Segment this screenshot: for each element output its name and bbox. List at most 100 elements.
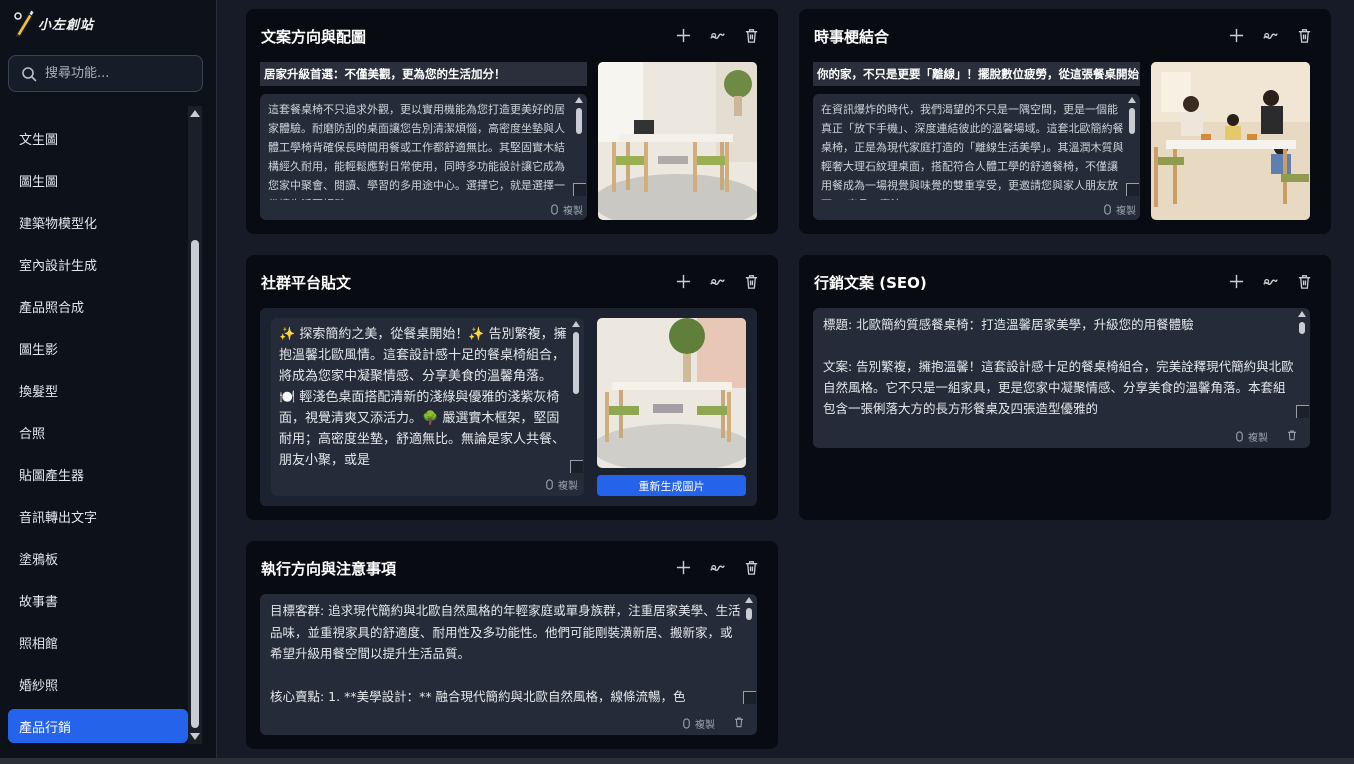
sidebar-item-interior-design[interactable]: 室內設計生成 bbox=[8, 247, 188, 281]
add-button[interactable] bbox=[1227, 272, 1245, 290]
sidebar-item-image-to-image[interactable]: 圖生圖 bbox=[8, 163, 188, 197]
textarea-scrollbar[interactable] bbox=[744, 597, 754, 620]
regenerate-image-button[interactable]: 重新生成圖片 bbox=[597, 475, 746, 496]
sidebar-item-product-composite[interactable]: 產品照合成 bbox=[8, 289, 188, 323]
body-textarea[interactable]: ✨ 探索簡約之美，從餐桌開始！✨ 告別繁複，擁抱溫馨北歐風情。這套設計感十足的餐… bbox=[271, 318, 584, 496]
delete-text-button[interactable] bbox=[733, 716, 745, 731]
copy-button[interactable]: 複製 bbox=[549, 202, 583, 217]
headline-field[interactable]: 你的家，不只是更要「離線」！擺脫數位疲勞，從這張餐桌開始 bbox=[813, 62, 1140, 86]
plus-icon bbox=[676, 274, 690, 288]
body-textarea[interactable]: 標題: 北歐簡約質感餐桌椅：打造溫馨居家美學，升級您的用餐體驗 文案: 告別繁複… bbox=[813, 308, 1310, 448]
headline-field[interactable]: 居家升級首選：不僅美觀，更為您的生活加分！ bbox=[260, 62, 587, 86]
sidebar-item-building-model[interactable]: 建築物模型化 bbox=[8, 205, 188, 239]
copy-label: 複製 bbox=[1248, 433, 1268, 444]
rewrite-icon bbox=[1262, 278, 1278, 285]
body-textarea[interactable]: 這套餐桌椅不只追求外觀，更以實用機能為您打造更美好的居家體驗。耐磨防刮的桌面讓您… bbox=[260, 94, 587, 220]
trash-icon bbox=[735, 717, 743, 728]
card-title: 行銷文案 (SEO) bbox=[814, 274, 927, 292]
card-actions bbox=[674, 272, 760, 290]
dining-set-image bbox=[598, 62, 757, 220]
rewrite-icon bbox=[1262, 32, 1278, 39]
search-icon bbox=[22, 66, 37, 81]
sidebar-item-storybook[interactable]: 故事書 bbox=[8, 583, 188, 617]
sidebar-scrollbar[interactable] bbox=[188, 106, 202, 744]
copy-icon bbox=[1236, 431, 1243, 442]
app-logo[interactable]: 小左創站 bbox=[12, 6, 94, 40]
scrollbar-thumb[interactable] bbox=[191, 240, 199, 728]
sidebar-item-text-to-image[interactable]: 文生圖 bbox=[8, 121, 188, 155]
copy-button[interactable]: 複製 bbox=[1102, 202, 1136, 217]
delete-button[interactable] bbox=[742, 272, 760, 290]
sidebar-item-sticker-generator[interactable]: 貼圖產生器 bbox=[8, 457, 188, 491]
scroll-down-arrow-icon[interactable] bbox=[190, 733, 200, 740]
add-button[interactable] bbox=[674, 558, 692, 576]
card-execution: 執行方向與注意事項 目標客群: 追求現代簡約與北歐自然風格的年輕家庭或單身族群，… bbox=[246, 541, 778, 749]
copy-actions: 複製 bbox=[1234, 429, 1298, 444]
body-textarea[interactable]: 目標客群: 追求現代簡約與北歐自然風格的年輕家庭或單身族群，注重居家美學、生活品… bbox=[260, 594, 757, 735]
dining-set-image bbox=[597, 318, 746, 468]
copy-button[interactable]: 複製 bbox=[544, 477, 578, 492]
regenerate-button[interactable] bbox=[708, 272, 726, 290]
card-actions bbox=[1227, 26, 1313, 44]
sidebar-item-group-photo[interactable]: 合照 bbox=[8, 415, 188, 449]
rewrite-icon bbox=[709, 564, 725, 571]
resize-handle[interactable] bbox=[1126, 183, 1139, 196]
body-text: 這套餐桌椅不只追求外觀，更以實用機能為您打造更美好的居家體驗。耐磨防刮的桌面讓您… bbox=[268, 103, 565, 200]
delete-button[interactable] bbox=[742, 558, 760, 576]
delete-button[interactable] bbox=[1295, 26, 1313, 44]
trash-icon bbox=[1288, 430, 1296, 441]
sidebar-item-audio-to-text[interactable]: 音訊轉出文字 bbox=[8, 499, 188, 533]
search-input[interactable] bbox=[45, 66, 195, 81]
trash-icon bbox=[1298, 274, 1310, 289]
sidebar-nav: 文生圖 圖生圖 建築物模型化 室內設計生成 產品照合成 圖生影 換髮型 合照 貼… bbox=[0, 106, 188, 746]
trash-icon bbox=[745, 28, 757, 43]
copy-button[interactable]: 複製 bbox=[1234, 429, 1268, 444]
scroll-up-arrow-icon[interactable] bbox=[190, 110, 200, 117]
family-dinner-image bbox=[1151, 62, 1310, 220]
delete-button[interactable] bbox=[1295, 272, 1313, 290]
sidebar-item-doodle-board[interactable]: 塗鴉板 bbox=[8, 541, 188, 575]
sidebar-item-photo-studio[interactable]: 照相館 bbox=[8, 625, 188, 659]
add-button[interactable] bbox=[1227, 26, 1245, 44]
regenerate-button[interactable] bbox=[1261, 26, 1279, 44]
textarea-scrollbar[interactable] bbox=[1127, 97, 1137, 134]
resize-handle[interactable] bbox=[570, 460, 583, 473]
copy-label: 複製 bbox=[558, 481, 578, 492]
app-root: 小左創站 文生圖 圖生圖 建築物模型化 室內設計生成 產品照合成 圖生影 換髮型… bbox=[0, 0, 1354, 764]
resize-handle[interactable] bbox=[1296, 405, 1309, 418]
search-box[interactable] bbox=[8, 55, 203, 92]
add-button[interactable] bbox=[674, 26, 692, 44]
body-textarea[interactable]: 在資訊爆炸的時代，我們渴望的不只是一隅空間，更是一個能真正「放下手機」、深度連結… bbox=[813, 94, 1140, 220]
sidebar-item-wedding-photo[interactable]: 婚紗照 bbox=[8, 667, 188, 701]
sidebar-item-hairstyle[interactable]: 換髮型 bbox=[8, 373, 188, 407]
resize-handle[interactable] bbox=[743, 691, 756, 704]
regenerate-button[interactable] bbox=[708, 26, 726, 44]
body-text: 目標客群: 追求現代簡約與北歐自然風格的年輕家庭或單身族群，注重居家美學、生活品… bbox=[270, 603, 741, 704]
add-button[interactable] bbox=[674, 272, 692, 290]
copy-icon bbox=[683, 718, 690, 729]
plus-icon bbox=[676, 28, 690, 42]
textarea-scrollbar[interactable] bbox=[1297, 311, 1307, 334]
copy-icon bbox=[551, 204, 558, 215]
rewrite-icon bbox=[709, 278, 725, 285]
delete-button[interactable] bbox=[742, 26, 760, 44]
regenerate-button[interactable] bbox=[708, 558, 726, 576]
plus-icon bbox=[1229, 28, 1243, 42]
rewrite-icon bbox=[709, 32, 725, 39]
brand-name: 小左創站 bbox=[38, 17, 95, 33]
delete-text-button[interactable] bbox=[1286, 429, 1298, 444]
regenerate-button[interactable] bbox=[1261, 272, 1279, 290]
textarea-scrollbar[interactable] bbox=[571, 321, 581, 394]
resize-handle[interactable] bbox=[573, 183, 586, 196]
trash-icon bbox=[1298, 28, 1310, 43]
sidebar-item-image-to-video[interactable]: 圖生影 bbox=[8, 331, 188, 365]
card-title: 時事梗結合 bbox=[814, 28, 890, 46]
card-copy-image: 文案方向與配圖 居家升級首選：不僅美觀，更為您的生活加分！ 這套餐桌椅不只追求外… bbox=[246, 9, 778, 234]
copy-button[interactable]: 複製 bbox=[681, 716, 715, 731]
plus-icon bbox=[1229, 274, 1243, 288]
copy-actions: 複製 bbox=[681, 716, 745, 731]
sidebar-item-product-marketing[interactable]: 產品行銷 bbox=[8, 709, 188, 743]
body-text: ✨ 探索簡約之美，從餐桌開始！✨ 告別繁複，擁抱溫馨北歐風情。這套設計感十足的餐… bbox=[279, 327, 567, 468]
textarea-scrollbar[interactable] bbox=[574, 97, 584, 134]
copy-label: 複製 bbox=[1116, 206, 1136, 217]
